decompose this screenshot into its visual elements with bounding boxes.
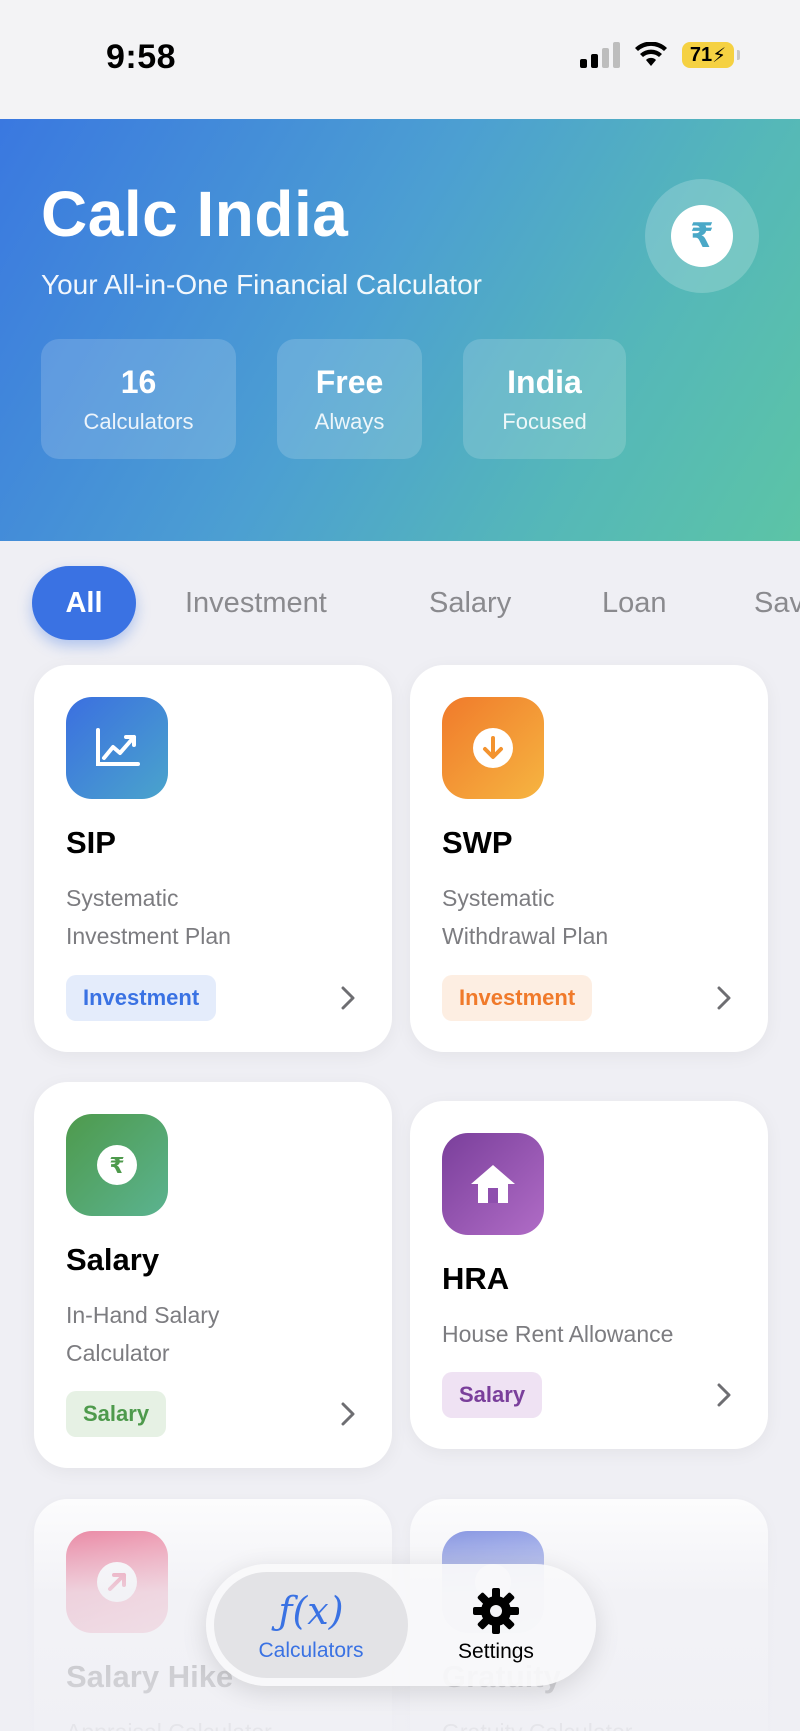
category-tag: Salary: [66, 1391, 167, 1437]
tab-all[interactable]: All: [32, 566, 136, 640]
chevron-right-icon: [334, 984, 362, 1012]
chart-up-icon: [66, 697, 168, 799]
card-description: Systematic Withdrawal Plan: [442, 879, 742, 955]
tab-settings[interactable]: Settings: [406, 1572, 586, 1678]
card-description-line: Systematic: [66, 885, 179, 911]
house-icon: [442, 1133, 544, 1235]
stat-value: Free: [315, 363, 384, 400]
app-title: Calc India: [41, 178, 349, 250]
category-tag: Investment: [442, 975, 593, 1021]
category-tag: Investment: [66, 975, 217, 1021]
arrow-down-circle-icon: [442, 697, 544, 799]
calculator-card-sip[interactable]: SIP Systematic Investment Plan Investmen…: [34, 665, 392, 1052]
card-description: House Rent Allowance: [442, 1315, 742, 1353]
card-title: SIP: [66, 825, 116, 860]
rupee-icon: ₹: [671, 205, 733, 267]
card-description-line: Systematic: [442, 885, 555, 911]
card-description: In-Hand Salary Calculator: [66, 1296, 366, 1372]
card-description-line: Calculator: [66, 1340, 170, 1366]
card-description: Systematic Investment Plan: [66, 879, 366, 955]
card-description-line: Gratuity Calculator: [442, 1713, 742, 1731]
gear-icon: [473, 1588, 519, 1634]
rupee-badge: ₹: [645, 179, 759, 293]
arrow-up-right-circle-icon: [66, 1531, 168, 1633]
tab-label: Calculators: [258, 1639, 364, 1662]
card-title: SWP: [442, 825, 513, 860]
bottom-tab-bar: ƒ(x) Calculators Settings: [206, 1564, 596, 1686]
card-title: Salary Hike: [66, 1659, 234, 1694]
battery-level: 71: [689, 43, 713, 66]
chevron-right-icon: [710, 1381, 738, 1409]
status-bar: 9:58 71 ⚡: [0, 0, 800, 119]
chevron-right-icon: [334, 1400, 362, 1428]
card-description-line: Withdrawal Plan: [442, 923, 609, 949]
calculator-card-salary[interactable]: ₹ Salary In-Hand Salary Calculator Salar…: [34, 1082, 392, 1468]
calculator-card-swp[interactable]: SWP Systematic Withdrawal Plan Investmen…: [410, 665, 768, 1052]
status-time: 9:58: [106, 38, 177, 76]
card-title: HRA: [442, 1261, 510, 1296]
card-description-line: Investment Plan: [66, 923, 231, 949]
tab-salary[interactable]: Salary: [429, 566, 511, 640]
rupee-circle-icon: ₹: [66, 1114, 168, 1216]
stat-calculators: 16 Calculators: [41, 339, 236, 459]
hero-header: Calc India Your All-in-One Financial Cal…: [0, 119, 800, 541]
tab-savings[interactable]: Sav: [754, 566, 800, 640]
function-icon: ƒ(x): [278, 1589, 344, 1633]
card-description-line: Appraisal Calculator: [66, 1713, 366, 1731]
stat-label: Focused: [502, 408, 587, 434]
svg-text:₹: ₹: [109, 1154, 124, 1179]
stat-value: 16: [120, 363, 157, 400]
status-indicators: 71 ⚡: [580, 42, 740, 68]
stat-label: Calculators: [83, 408, 194, 434]
tab-calculators[interactable]: ƒ(x) Calculators: [214, 1572, 408, 1678]
cellular-signal-icon: [580, 42, 620, 68]
tab-label: Settings: [458, 1640, 534, 1663]
wifi-icon: [635, 42, 667, 66]
tab-loan[interactable]: Loan: [602, 566, 667, 640]
chevron-right-icon: [710, 984, 738, 1012]
card-description: Gratuity Calculator: [442, 1713, 742, 1731]
stat-value: India: [507, 363, 582, 400]
category-tag: Salary: [442, 1372, 543, 1418]
app-subtitle: Your All-in-One Financial Calculator: [41, 269, 482, 300]
tab-investment[interactable]: Investment: [185, 566, 327, 640]
stat-free: Free Always: [277, 339, 422, 459]
category-tabs: All Investment Salary Loan Sav: [0, 560, 800, 642]
stat-label: Always: [314, 408, 385, 434]
charging-bolt-icon: ⚡: [712, 44, 727, 67]
stat-india: India Focused: [463, 339, 626, 459]
calculator-card-hra[interactable]: HRA House Rent Allowance Salary: [410, 1101, 768, 1449]
card-title: Salary: [66, 1242, 160, 1277]
card-description-line: In-Hand Salary: [66, 1302, 220, 1328]
card-description: Appraisal Calculator: [66, 1713, 366, 1731]
battery-icon: 71 ⚡: [682, 42, 740, 68]
card-description-line: House Rent Allowance: [442, 1321, 674, 1347]
